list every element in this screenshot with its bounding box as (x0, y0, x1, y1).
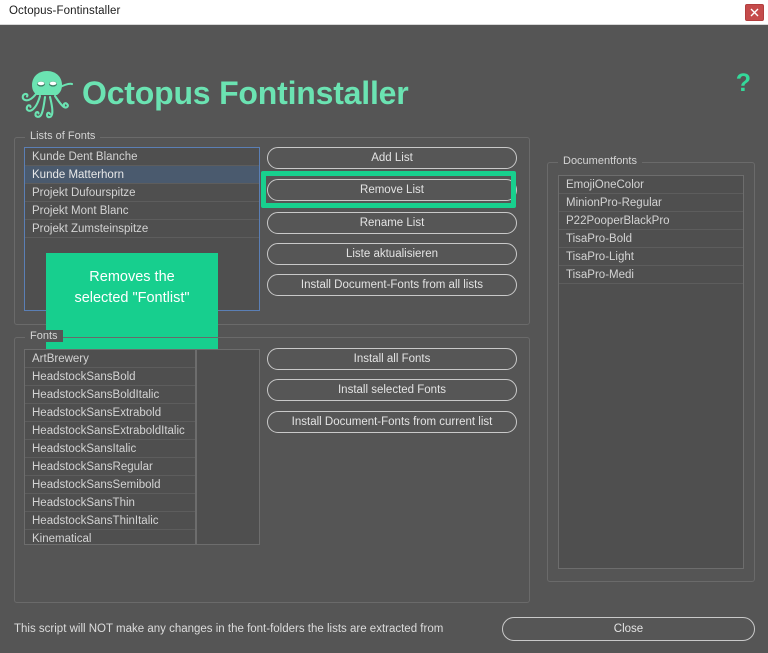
install-document-fonts-from-all-lists-button[interactable]: Install Document-Fonts from all lists (267, 274, 517, 296)
list-item[interactable]: Projekt Mont Blanc (25, 202, 259, 220)
install-all-fonts-button[interactable]: Install all Fonts (267, 348, 517, 370)
list-item[interactable]: HeadstockSansExtrabold (25, 404, 195, 422)
close-icon (750, 8, 759, 17)
list-item[interactable]: HeadstockSansRegular (25, 458, 195, 476)
tooltip-text: Removes the selected "Fontlist" (74, 269, 190, 307)
list-item[interactable]: HeadstockSansBoldItalic (25, 386, 195, 404)
list-item[interactable]: HeadstockSansItalic (25, 440, 195, 458)
list-item[interactable]: HeadstockSansThin (25, 494, 195, 512)
fonts-group-label: Fonts (25, 330, 63, 342)
documentfonts-group-label: Documentfonts (558, 155, 642, 167)
update-list-button[interactable]: Liste aktualisieren (267, 243, 517, 265)
client-area: Octopus Fontinstaller ? Lists of Fonts K… (0, 25, 768, 653)
list-item[interactable]: TisaPro-Medi (559, 266, 743, 284)
documentfonts-listbox[interactable]: EmojiOneColor MinionPro-Regular P22Poope… (558, 175, 744, 569)
add-list-button[interactable]: Add List (267, 147, 517, 169)
title-bar: Octopus-Fontinstaller (0, 0, 768, 25)
list-item[interactable]: TisaPro-Bold (559, 230, 743, 248)
fonts-listbox[interactable]: ArtBrewery HeadstockSansBold HeadstockSa… (24, 349, 196, 545)
list-item[interactable]: Projekt Zumsteinspitze (25, 220, 259, 238)
list-item[interactable]: P22PooperBlackPro (559, 212, 743, 230)
list-item[interactable]: MinionPro-Regular (559, 194, 743, 212)
list-item[interactable]: HeadstockSansExtraboldItalic (25, 422, 195, 440)
list-item[interactable]: TisaPro-Light (559, 248, 743, 266)
list-item[interactable]: Projekt Dufourspitze (25, 184, 259, 202)
footer-note: This script will NOT make any changes in… (14, 623, 444, 635)
list-item[interactable]: HeadstockSansThinItalic (25, 512, 195, 530)
list-item[interactable]: Kunde Matterhorn (25, 166, 259, 184)
fonts-secondary-pane[interactable] (196, 349, 260, 545)
list-item[interactable]: Kunde Dent Blanche (25, 148, 259, 166)
lists-of-fonts-group-label: Lists of Fonts (25, 130, 101, 142)
list-item[interactable]: Kinematical (25, 530, 195, 544)
close-window-button[interactable] (745, 4, 764, 21)
application-window: Octopus-Fontinstaller Octopus Fontinstal… (0, 0, 768, 653)
help-icon[interactable]: ? (736, 71, 751, 96)
window-title: Octopus-Fontinstaller (9, 5, 121, 17)
app-title: Octopus Fontinstaller (82, 75, 409, 111)
list-item[interactable]: EmojiOneColor (559, 176, 743, 194)
octopus-logo-icon (16, 63, 78, 125)
rename-list-button[interactable]: Rename List (267, 212, 517, 234)
close-dialog-button[interactable]: Close (502, 617, 755, 641)
remove-list-button[interactable]: Remove List (267, 179, 517, 201)
list-item[interactable]: HeadstockSansSemibold (25, 476, 195, 494)
list-item[interactable]: ArtBrewery (25, 350, 195, 368)
install-document-fonts-from-current-list-button[interactable]: Install Document-Fonts from current list (267, 411, 517, 433)
install-selected-fonts-button[interactable]: Install selected Fonts (267, 379, 517, 401)
list-item[interactable]: HeadstockSansBold (25, 368, 195, 386)
